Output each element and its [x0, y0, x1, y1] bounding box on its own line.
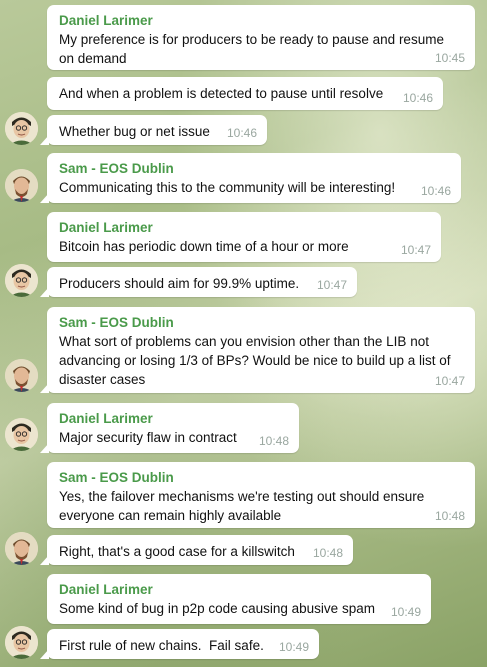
avatar-portrait-icon: [5, 626, 38, 659]
message-bubble[interactable]: Daniel Larimer My preference is for prod…: [47, 5, 475, 70]
message-timestamp: 10:47: [434, 374, 465, 388]
message-timestamp: 10:48: [312, 546, 343, 560]
message-bubble[interactable]: Sam - EOS Dublin What sort of problems c…: [40, 307, 475, 393]
message-text: Major security flaw in contract: [59, 430, 237, 445]
sender-name[interactable]: Daniel Larimer: [59, 12, 465, 30]
message-text: Bitcoin has periodic down time of a hour…: [59, 239, 349, 254]
message-text: My preference is for producers to be rea…: [59, 32, 444, 66]
avatar-daniel-larimer[interactable]: [5, 626, 38, 659]
avatar-daniel-larimer[interactable]: [5, 112, 38, 145]
message-bubble[interactable]: Sam - EOS Dublin Yes, the failover mecha…: [47, 462, 475, 528]
message-bubble[interactable]: Whether bug or net issue 10:46: [40, 115, 267, 145]
message-bubble[interactable]: Daniel Larimer Bitcoin has periodic down…: [47, 212, 441, 262]
avatar-portrait-icon: [5, 112, 38, 145]
message-bubble[interactable]: Sam - EOS Dublin Communicating this to t…: [40, 153, 461, 203]
message-timestamp: 10:47: [316, 278, 347, 292]
message-bubble[interactable]: Producers should aim for 99.9% uptime. 1…: [40, 267, 357, 297]
message-text: First rule of new chains. Fail safe.: [59, 638, 264, 653]
avatar-sam-eos-dublin[interactable]: [5, 169, 38, 202]
message-timestamp: 10:48: [258, 434, 289, 448]
message-timestamp: 10:45: [434, 51, 465, 65]
message-timestamp: 10:46: [402, 91, 433, 105]
message-text: Communicating this to the community will…: [59, 180, 396, 195]
message-timestamp: 10:46: [226, 126, 257, 140]
message-timestamp: 10:49: [278, 640, 309, 654]
avatar-sam-eos-dublin[interactable]: [5, 359, 38, 392]
sender-name[interactable]: Sam - EOS Dublin: [59, 469, 465, 487]
avatar-sam-eos-dublin[interactable]: [5, 532, 38, 565]
message-text: Right, that's a good case for a killswit…: [59, 544, 295, 559]
message-bubble[interactable]: Daniel Larimer Some kind of bug in p2p c…: [47, 574, 431, 624]
avatar-portrait-icon: [5, 418, 38, 451]
sender-name[interactable]: Daniel Larimer: [59, 581, 421, 599]
avatar-daniel-larimer[interactable]: [5, 264, 38, 297]
message-text: Producers should aim for 99.9% uptime.: [59, 276, 300, 291]
sender-name[interactable]: Sam - EOS Dublin: [59, 314, 465, 332]
sender-name[interactable]: Daniel Larimer: [59, 410, 289, 428]
message-timestamp: 10:46: [420, 184, 451, 198]
message-timestamp: 10:48: [434, 509, 465, 523]
message-bubble[interactable]: First rule of new chains. Fail safe. 10:…: [40, 629, 319, 659]
message-bubble[interactable]: And when a problem is detected to pause …: [47, 77, 443, 110]
avatar-daniel-larimer[interactable]: [5, 418, 38, 451]
chat-message-list[interactable]: Daniel Larimer My preference is for prod…: [0, 0, 487, 667]
message-text: Some kind of bug in p2p code causing abu…: [59, 601, 375, 616]
avatar-portrait-icon: [5, 169, 38, 202]
message-text: Whether bug or net issue: [59, 124, 210, 139]
message-bubble[interactable]: Daniel Larimer Major security flaw in co…: [40, 403, 299, 453]
sender-name[interactable]: Daniel Larimer: [59, 219, 431, 237]
message-text: What sort of problems can you envision o…: [59, 334, 451, 387]
avatar-portrait-icon: [5, 264, 38, 297]
message-text: And when a problem is detected to pause …: [59, 86, 384, 101]
message-timestamp: 10:47: [400, 243, 431, 257]
message-timestamp: 10:49: [390, 605, 421, 619]
sender-name[interactable]: Sam - EOS Dublin: [59, 160, 451, 178]
message-text: Yes, the failover mechanisms we're testi…: [59, 489, 425, 523]
avatar-portrait-icon: [5, 359, 38, 392]
avatar-portrait-icon: [5, 532, 38, 565]
message-bubble[interactable]: Right, that's a good case for a killswit…: [40, 535, 353, 565]
